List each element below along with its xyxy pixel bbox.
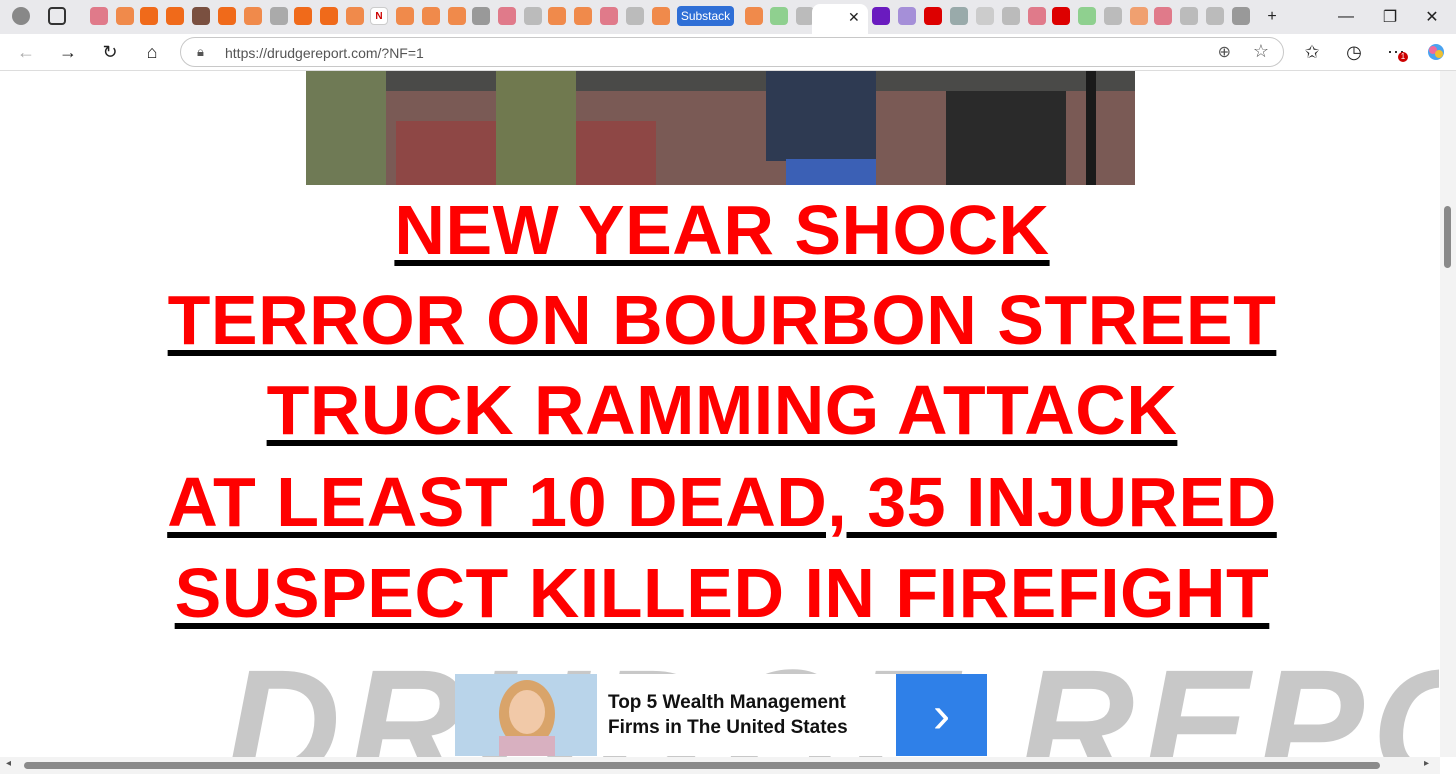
chevron-right-icon[interactable]: › xyxy=(896,674,987,756)
headline-5: SUSPECT KILLED IN FIREFIGHT xyxy=(5,558,1439,628)
tab-favicon[interactable] xyxy=(192,7,210,25)
tab-favicon[interactable] xyxy=(218,7,236,25)
tab-favicon[interactable] xyxy=(396,7,414,25)
tab-favicon[interactable] xyxy=(140,7,158,25)
advertisement[interactable]: Top 5 Wealth Management Firms in The Uni… xyxy=(455,674,987,756)
tab-favicon[interactable] xyxy=(524,7,542,25)
close-tab-icon[interactable]: ✕ xyxy=(848,9,860,26)
tab-favicon[interactable] xyxy=(950,7,968,25)
minimize-button[interactable]: — xyxy=(1334,5,1358,29)
tab-favicon[interactable] xyxy=(422,7,440,25)
tab-favicon[interactable] xyxy=(745,7,763,25)
notification-badge: 1 xyxy=(1398,52,1408,62)
scroll-right-icon[interactable]: ▸ xyxy=(1424,758,1429,769)
tab-favicon[interactable] xyxy=(1052,7,1070,25)
tab-favicon[interactable] xyxy=(1154,7,1172,25)
restore-button[interactable]: ❐ xyxy=(1378,5,1402,29)
tab-favicon[interactable] xyxy=(872,7,890,25)
tab-favicon[interactable] xyxy=(1104,7,1122,25)
new-tab-button[interactable]: + xyxy=(1260,5,1284,29)
vertical-scrollbar[interactable] xyxy=(1440,71,1456,757)
tab-favicon[interactable] xyxy=(924,7,942,25)
lock-icon[interactable]: 🔒︎ xyxy=(197,44,204,60)
history-icon[interactable]: ◷ xyxy=(1342,40,1366,64)
tab-favicon[interactable] xyxy=(294,7,312,25)
tab-favicon[interactable]: N xyxy=(370,7,388,25)
tab-favicon[interactable] xyxy=(1232,7,1250,25)
headline-link[interactable]: AT LEAST 10 DEAD, 35 INJURED xyxy=(167,463,1277,541)
headline-link[interactable]: TERROR ON BOURBON STREET xyxy=(168,281,1277,359)
tab-favicon[interactable] xyxy=(898,7,916,25)
tab-favicon[interactable] xyxy=(1206,7,1224,25)
tab-favicon[interactable] xyxy=(600,7,618,25)
vertical-scroll-thumb[interactable] xyxy=(1444,206,1451,268)
tab-favicon[interactable] xyxy=(244,7,262,25)
tab-favicon[interactable] xyxy=(1002,7,1020,25)
headline-link[interactable]: SUSPECT KILLED IN FIREFIGHT xyxy=(175,554,1270,632)
scroll-left-icon[interactable]: ◂ xyxy=(6,758,11,769)
headline-1: NEW YEAR SHOCK xyxy=(5,195,1439,265)
headline-4: AT LEAST 10 DEAD, 35 INJURED xyxy=(5,467,1439,537)
tab-favicon[interactable] xyxy=(1130,7,1148,25)
tab-favicon[interactable] xyxy=(472,7,490,25)
back-icon[interactable]: ← xyxy=(14,40,38,64)
tab-favicon[interactable] xyxy=(116,7,134,25)
forward-icon[interactable]: → xyxy=(56,40,80,64)
tab-favicon[interactable] xyxy=(626,7,644,25)
tab-favicon[interactable] xyxy=(270,7,288,25)
ad-image[interactable] xyxy=(455,674,597,756)
refresh-icon[interactable]: ↻ xyxy=(98,40,122,64)
tab-favicon[interactable] xyxy=(548,7,566,25)
navigation-bar: ← → ↻ ⌂ 🔒︎ https://drudgereport.com/?NF=… xyxy=(0,34,1456,71)
headline-link[interactable]: TRUCK RAMMING ATTACK xyxy=(267,371,1178,449)
active-tab[interactable]: ✕ xyxy=(812,4,868,34)
news-photo[interactable] xyxy=(306,71,1135,185)
profile-avatar[interactable] xyxy=(12,7,30,25)
favorites-icon[interactable]: ✩ xyxy=(1300,40,1324,64)
close-window-button[interactable]: ✕ xyxy=(1420,5,1444,29)
url-text[interactable]: https://drudgereport.com/?NF=1 xyxy=(225,45,424,61)
favorite-star-icon[interactable]: ☆ xyxy=(1253,41,1269,62)
tab-actions-icon[interactable] xyxy=(48,7,66,25)
tab-favicon[interactable] xyxy=(498,7,516,25)
horizontal-scroll-thumb[interactable] xyxy=(24,762,1380,769)
tab-favicon[interactable] xyxy=(1078,7,1096,25)
tab-favicon[interactable] xyxy=(90,7,108,25)
zoom-icon[interactable]: ⊕ xyxy=(1218,42,1231,62)
tab-favicon[interactable] xyxy=(166,7,184,25)
headline-link[interactable]: NEW YEAR SHOCK xyxy=(394,191,1049,269)
tab-favicon[interactable] xyxy=(652,7,670,25)
tab-favicon[interactable] xyxy=(1028,7,1046,25)
headline-3: TRUCK RAMMING ATTACK xyxy=(5,375,1439,445)
horizontal-scrollbar[interactable]: ◂ ▸ xyxy=(0,757,1440,774)
tab-favicon[interactable] xyxy=(976,7,994,25)
page-content: NEW YEAR SHOCK TERROR ON BOURBON STREET … xyxy=(5,71,1439,757)
substack-tab[interactable]: Substack xyxy=(677,6,734,26)
tab-strip: N Substack ✕ + — ❐ ✕ xyxy=(0,0,1456,34)
tab-favicon[interactable] xyxy=(346,7,364,25)
tab-favicon[interactable] xyxy=(1180,7,1198,25)
tab-favicon[interactable] xyxy=(448,7,466,25)
copilot-icon[interactable] xyxy=(1424,40,1448,64)
headline-2: TERROR ON BOURBON STREET xyxy=(5,285,1439,355)
ad-text[interactable]: Top 5 Wealth Management Firms in The Uni… xyxy=(608,690,888,740)
address-bar[interactable]: 🔒︎ https://drudgereport.com/?NF=1 ⊕ ☆ xyxy=(180,37,1284,67)
tab-favicon[interactable] xyxy=(574,7,592,25)
home-icon[interactable]: ⌂ xyxy=(140,40,164,64)
tab-favicon[interactable] xyxy=(770,7,788,25)
tab-favicon[interactable] xyxy=(320,7,338,25)
